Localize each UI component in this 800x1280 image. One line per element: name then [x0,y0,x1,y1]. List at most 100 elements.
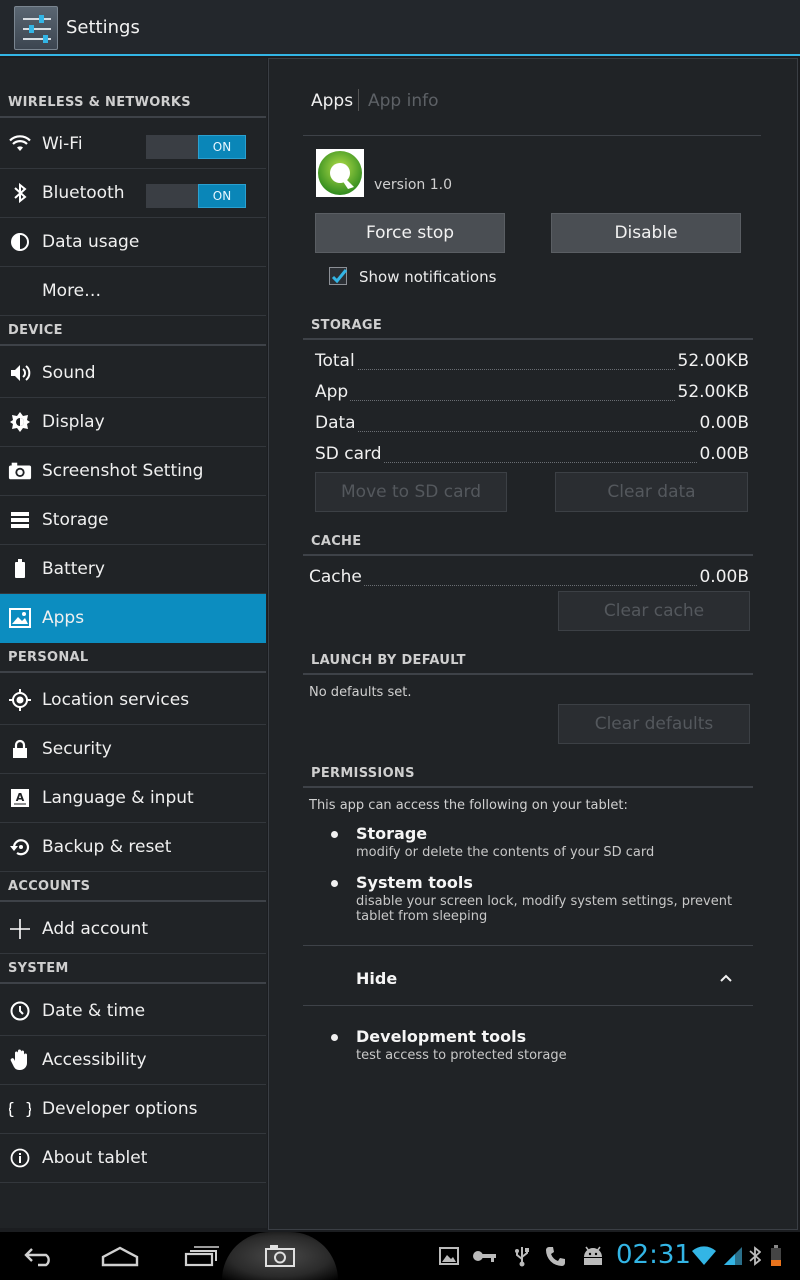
hide-label: Hide [356,969,398,988]
sidebar-item-language-input[interactable]: A Language & input [0,774,266,823]
sidebar-item-label: Security [42,739,112,759]
android-debug-icon[interactable] [580,1244,606,1268]
sidebar-item-sound[interactable]: Sound [0,349,266,398]
svg-text:A: A [16,791,25,804]
header-accounts: ACCOUNTS [0,872,266,902]
show-notifications-checkbox[interactable] [329,267,348,285]
camera-icon [8,459,32,483]
sidebar-item-label: Date & time [42,1001,146,1021]
settings-sliders-icon[interactable] [14,6,58,50]
sidebar-item-wifi[interactable]: Wi-Fi ON [0,120,266,169]
sidebar-item-label: Apps [42,608,85,628]
sidebar-item-more[interactable]: More… [0,267,266,316]
back-button[interactable] [20,1238,60,1274]
status-clock[interactable]: 02:31 [616,1240,691,1270]
sidebar-item-label: Add account [42,919,149,939]
chevron-up-icon [720,974,732,982]
recent-apps-icon [184,1246,219,1267]
wifi-toggle[interactable]: ON [146,135,246,159]
bluetooth-toggle[interactable]: ON [146,184,246,208]
gallery-notification-icon[interactable] [438,1244,460,1268]
sidebar-item-label: Language & input [42,788,194,808]
braces-icon: { } [8,1097,32,1121]
sidebar-item-label: Bluetooth [42,183,125,203]
sidebar-item-accessibility[interactable]: Accessibility [0,1036,266,1085]
storage-section-title: STORAGE [311,318,383,333]
brightness-icon [8,410,32,434]
breadcrumb-apps[interactable]: Apps [311,91,353,111]
section-divider [303,786,753,788]
info-icon [8,1146,32,1170]
battery-icon [8,557,32,581]
hide-permissions-toggle[interactable]: Hide [303,947,753,1005]
storage-row-data: Data 0.00B [315,413,749,433]
bluetooth-icon [8,181,32,205]
sidebar-item-location-services[interactable]: Location services [0,676,266,725]
back-icon [24,1248,50,1267]
sidebar-item-security[interactable]: Security [0,725,266,774]
header-device: DEVICE [0,316,266,346]
hand-icon [8,1048,32,1072]
force-stop-button[interactable]: Force stop [315,213,505,253]
backup-icon [8,835,32,859]
battery-status-icon[interactable] [768,1244,784,1268]
sidebar-item-bluetooth[interactable]: Bluetooth ON [0,169,266,218]
launch-by-default-section-title: LAUNCH BY DEFAULT [311,653,466,668]
sidebar-item-storage[interactable]: Storage [0,496,266,545]
home-button[interactable] [100,1238,140,1274]
sidebar-item-battery[interactable]: Battery [0,545,266,594]
sidebar-item-apps[interactable]: Apps [0,594,266,643]
divider [303,135,761,136]
header-wireless-networks: WIRELESS & NETWORKS [0,88,266,118]
cache-section-title: CACHE [311,534,362,549]
phone-icon[interactable] [544,1244,568,1268]
permission-title-development-tools: Development tools [356,1027,527,1046]
settings-sidebar: WIRELESS & NETWORKS Wi-Fi ON Bluetooth O… [0,58,267,1228]
sidebar-item-label: About tablet [42,1148,148,1168]
sidebar-item-label: Display [42,412,105,432]
checkmark-icon [331,269,348,284]
sidebar-item-data-usage[interactable]: Data usage [0,218,266,267]
sidebar-item-display[interactable]: Display [0,398,266,447]
sidebar-item-date-time[interactable]: Date & time [0,987,266,1036]
storage-row-sd-card: SD card 0.00B [315,444,749,464]
sidebar-item-label: Sound [42,363,96,383]
usb-icon[interactable] [512,1244,532,1268]
home-icon [101,1246,139,1267]
language-icon: A [8,786,32,810]
bullet [331,880,338,887]
speaker-icon [8,361,32,385]
sidebar-item-backup-reset[interactable]: Backup & reset [0,823,266,872]
screenshot-button[interactable] [222,1232,338,1280]
wifi-icon [8,132,32,156]
sidebar-item-label: Backup & reset [42,837,172,857]
cache-row: Cache 0.00B [309,567,749,587]
plus-icon [8,917,32,941]
divider [303,1005,753,1006]
header-system: SYSTEM [0,954,266,984]
wifi-signal-icon[interactable] [690,1244,718,1268]
sidebar-item-add-account[interactable]: Add account [0,905,266,954]
storage-row-app: App 52.00KB [315,382,749,402]
sidebar-item-screenshot-setting[interactable]: Screenshot Setting [0,447,266,496]
cell-signal-icon[interactable] [722,1244,744,1268]
disable-button[interactable]: Disable [551,213,741,253]
clear-cache-button[interactable]: Clear cache [558,591,750,631]
app-title: Settings [66,17,140,38]
app-info-pane: Apps App info version 1.0 Force stop Dis… [268,58,798,1230]
bluetooth-status-icon[interactable] [748,1244,762,1268]
clear-data-button[interactable]: Clear data [555,472,748,512]
recent-apps-button[interactable] [182,1238,222,1274]
key-icon[interactable] [472,1244,498,1268]
breadcrumb-app-info: App info [368,91,439,111]
clear-defaults-button[interactable]: Clear defaults [558,704,750,744]
permission-desc-storage: modify or delete the contents of your SD… [356,845,655,860]
storage-row-total: Total 52.00KB [315,351,749,371]
breadcrumb-separator [358,89,359,111]
permissions-intro: This app can access the following on you… [309,798,628,813]
sidebar-item-developer-options[interactable]: { } Developer options [0,1085,266,1134]
move-to-sd-card-button[interactable]: Move to SD card [315,472,507,512]
sidebar-item-about-tablet[interactable]: About tablet [0,1134,266,1183]
sidebar-item-label: Wi-Fi [42,134,83,154]
sidebar-item-label: Location services [42,690,190,710]
